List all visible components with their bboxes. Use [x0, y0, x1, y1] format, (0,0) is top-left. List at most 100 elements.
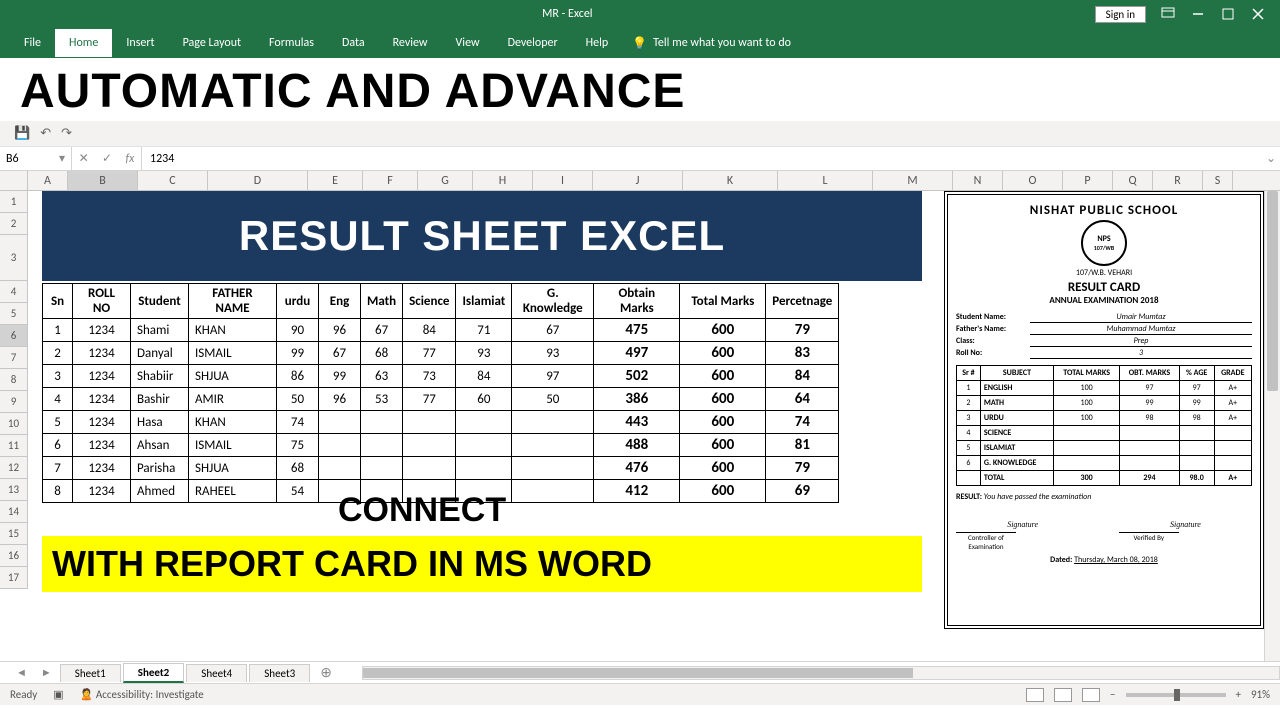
- table-cell[interactable]: 412: [594, 480, 680, 503]
- table-cell[interactable]: 1234: [73, 365, 131, 388]
- row-header-17[interactable]: 17: [0, 567, 28, 589]
- row-header-1[interactable]: 1: [0, 191, 28, 213]
- table-cell[interactable]: Parisha: [131, 457, 189, 480]
- table-cell[interactable]: Ahmed: [131, 480, 189, 503]
- table-cell[interactable]: 67: [512, 319, 594, 342]
- col-header-E[interactable]: E: [308, 171, 363, 190]
- ribbon-tab-file[interactable]: File: [10, 29, 55, 57]
- table-cell[interactable]: [512, 434, 594, 457]
- table-cell[interactable]: 443: [594, 411, 680, 434]
- row-header-11[interactable]: 11: [0, 435, 28, 457]
- vertical-scrollbar[interactable]: [1264, 191, 1280, 661]
- ribbon-tab-view[interactable]: View: [442, 29, 494, 57]
- row-header-5[interactable]: 5: [0, 303, 28, 325]
- macro-record-icon[interactable]: ▣: [53, 688, 63, 701]
- table-cell[interactable]: 93: [456, 342, 512, 365]
- table-cell[interactable]: 600: [680, 457, 766, 480]
- row-header-7[interactable]: 7: [0, 347, 28, 369]
- table-cell[interactable]: 99: [277, 342, 319, 365]
- table-cell[interactable]: 75: [277, 434, 319, 457]
- table-cell[interactable]: 5: [43, 411, 73, 434]
- horizontal-scrollbar[interactable]: [362, 666, 1280, 680]
- row-header-8[interactable]: 8: [0, 369, 28, 391]
- table-cell[interactable]: 600: [680, 319, 766, 342]
- sheet-nav-next-icon[interactable]: ►: [35, 666, 58, 679]
- ribbon-tab-insert[interactable]: Insert: [112, 29, 168, 57]
- cells-canvas[interactable]: RESULT SHEET EXCEL SnROLL NOStudentFATHE…: [28, 191, 1280, 589]
- table-cell[interactable]: 96: [319, 319, 361, 342]
- table-cell[interactable]: 1234: [73, 434, 131, 457]
- table-cell[interactable]: 50: [277, 388, 319, 411]
- col-header-G[interactable]: G: [418, 171, 473, 190]
- minimize-icon[interactable]: [1190, 6, 1206, 22]
- table-cell[interactable]: KHAN: [189, 319, 277, 342]
- cancel-icon[interactable]: ✕: [79, 151, 89, 166]
- sign-in-button[interactable]: Sign in: [1095, 6, 1146, 23]
- ribbon-tab-review[interactable]: Review: [379, 29, 442, 57]
- table-cell[interactable]: 86: [277, 365, 319, 388]
- col-header-F[interactable]: F: [363, 171, 418, 190]
- table-cell[interactable]: 497: [594, 342, 680, 365]
- table-cell[interactable]: 3: [43, 365, 73, 388]
- table-cell[interactable]: 93: [512, 342, 594, 365]
- name-box[interactable]: B6▾: [0, 147, 72, 170]
- tell-me-input[interactable]: Tell me what you want to do: [653, 36, 791, 50]
- table-cell[interactable]: 60: [456, 388, 512, 411]
- table-cell[interactable]: 1234: [73, 342, 131, 365]
- table-cell[interactable]: 97: [512, 365, 594, 388]
- row-header-9[interactable]: 9: [0, 391, 28, 413]
- table-cell[interactable]: 77: [403, 388, 456, 411]
- table-cell[interactable]: [361, 411, 403, 434]
- table-cell[interactable]: 600: [680, 411, 766, 434]
- row-header-10[interactable]: 10: [0, 413, 28, 435]
- table-cell[interactable]: 63: [361, 365, 403, 388]
- table-cell[interactable]: 600: [680, 388, 766, 411]
- row-header-14[interactable]: 14: [0, 501, 28, 523]
- table-cell[interactable]: ISMAIL: [189, 342, 277, 365]
- table-cell[interactable]: 68: [277, 457, 319, 480]
- table-cell[interactable]: SHJUA: [189, 365, 277, 388]
- zoom-slider[interactable]: [1126, 693, 1226, 697]
- sheet-tab-sheet3[interactable]: Sheet3: [249, 664, 310, 682]
- table-cell[interactable]: 1234: [73, 411, 131, 434]
- fx-icon[interactable]: fx: [125, 152, 134, 166]
- row-header-2[interactable]: 2: [0, 213, 28, 235]
- table-cell[interactable]: SHJUA: [189, 457, 277, 480]
- maximize-icon[interactable]: [1220, 6, 1236, 22]
- col-header-S[interactable]: S: [1203, 171, 1233, 190]
- col-header-O[interactable]: O: [1003, 171, 1063, 190]
- table-cell[interactable]: [512, 480, 594, 503]
- table-cell[interactable]: Ahsan: [131, 434, 189, 457]
- table-cell[interactable]: [403, 434, 456, 457]
- formula-input[interactable]: 1234: [142, 152, 1262, 166]
- table-cell[interactable]: [319, 457, 361, 480]
- accessibility-status[interactable]: 🙎 Accessibility: Investigate: [80, 688, 204, 701]
- table-cell[interactable]: Shami: [131, 319, 189, 342]
- table-cell[interactable]: 1234: [73, 457, 131, 480]
- table-cell[interactable]: [361, 434, 403, 457]
- table-cell[interactable]: Danyal: [131, 342, 189, 365]
- table-cell[interactable]: 83: [766, 342, 839, 365]
- table-cell[interactable]: Shabiir: [131, 365, 189, 388]
- table-cell[interactable]: 7: [43, 457, 73, 480]
- enter-icon[interactable]: ✓: [102, 151, 112, 166]
- table-cell[interactable]: [403, 411, 456, 434]
- col-header-D[interactable]: D: [208, 171, 308, 190]
- page-break-view-icon[interactable]: [1082, 688, 1100, 702]
- table-cell[interactable]: 53: [361, 388, 403, 411]
- table-cell[interactable]: 386: [594, 388, 680, 411]
- table-cell[interactable]: [361, 457, 403, 480]
- close-icon[interactable]: [1250, 6, 1266, 22]
- save-icon[interactable]: 💾: [14, 126, 30, 141]
- table-cell[interactable]: Hasa: [131, 411, 189, 434]
- table-cell[interactable]: AMIR: [189, 388, 277, 411]
- table-cell[interactable]: 79: [766, 457, 839, 480]
- expand-formula-icon[interactable]: ⌄: [1262, 151, 1280, 166]
- row-header-15[interactable]: 15: [0, 523, 28, 545]
- ribbon-tab-data[interactable]: Data: [328, 29, 379, 57]
- ribbon-tab-developer[interactable]: Developer: [494, 29, 572, 57]
- row-header-13[interactable]: 13: [0, 479, 28, 501]
- sheet-tab-sheet1[interactable]: Sheet1: [60, 664, 121, 682]
- table-cell[interactable]: 502: [594, 365, 680, 388]
- table-cell[interactable]: ISMAIL: [189, 434, 277, 457]
